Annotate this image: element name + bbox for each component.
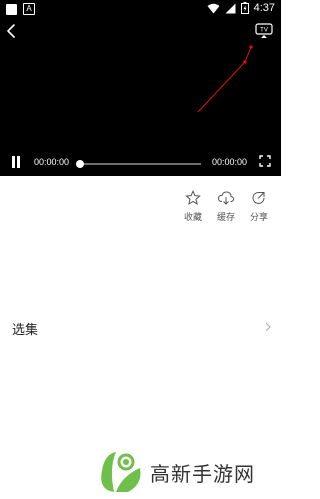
cloud-download-icon bbox=[217, 191, 235, 205]
watermark-logo bbox=[101, 452, 141, 492]
battery-icon bbox=[240, 2, 249, 14]
seek-thumb[interactable] bbox=[76, 160, 84, 168]
status-time: 4:37 bbox=[253, 2, 275, 14]
share-icon bbox=[252, 191, 265, 204]
notification-area: A bbox=[6, 3, 35, 15]
episode-title: 选集 bbox=[12, 323, 39, 338]
seek-bar[interactable] bbox=[76, 160, 201, 168]
status-bar: A 4:37 bbox=[0, 0, 281, 18]
system-status: 4:37 bbox=[207, 2, 275, 14]
share-label: 分享 bbox=[249, 213, 268, 223]
star-icon bbox=[185, 190, 201, 205]
pause-bar-left bbox=[12, 156, 15, 168]
fullscreen-icon[interactable] bbox=[259, 155, 271, 167]
watermark: 高新手游网 bbox=[96, 446, 276, 496]
cache-button[interactable]: 缓存 bbox=[209, 190, 243, 223]
watermark-text: 高新手游网 bbox=[150, 462, 255, 486]
episode-selector[interactable]: 选集 bbox=[0, 312, 281, 342]
signal-icon bbox=[225, 3, 236, 13]
total-time: 00:00:00 bbox=[212, 157, 248, 167]
cache-label: 缓存 bbox=[216, 213, 235, 223]
favorite-label: 收藏 bbox=[183, 213, 202, 223]
share-button[interactable]: 分享 bbox=[242, 190, 276, 223]
red-annotation-arrow bbox=[197, 45, 253, 113]
video-player[interactable]: TV 00:00:00 00:00:00 bbox=[0, 18, 281, 176]
wifi-icon bbox=[207, 3, 220, 13]
favorite-button[interactable]: 收藏 bbox=[176, 190, 210, 223]
action-bar: 收藏 缓存 分享 bbox=[176, 190, 276, 230]
current-time: 00:00:00 bbox=[34, 157, 70, 167]
a-notification-icon: A bbox=[23, 3, 35, 15]
pause-button[interactable] bbox=[11, 156, 21, 168]
square-notification-icon bbox=[6, 3, 17, 15]
chevron-right-icon bbox=[265, 322, 271, 332]
pause-bar-right bbox=[17, 156, 20, 168]
